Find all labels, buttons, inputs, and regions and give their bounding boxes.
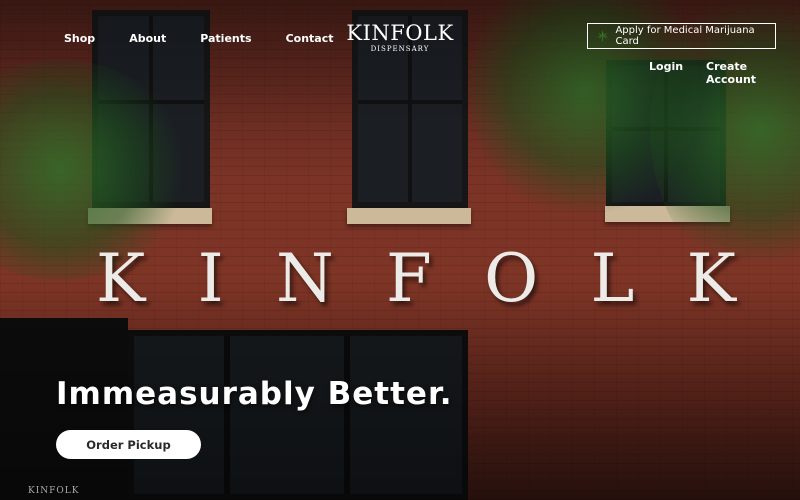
storefront-sign: KINFOLK	[28, 486, 80, 496]
main-nav: Shop About Patients Contact	[64, 32, 367, 45]
wall-sign-letter: K	[96, 240, 146, 317]
cannabis-leaf-icon	[597, 29, 609, 42]
wall-sign: K I N F O L K	[96, 240, 736, 317]
nav-item-about[interactable]: About	[129, 32, 166, 45]
nav-item-patients[interactable]: Patients	[200, 32, 251, 45]
wall-sign-letter: N	[275, 240, 334, 317]
login-link[interactable]: Login	[649, 60, 683, 73]
window-sill	[347, 208, 471, 224]
logo-name: KINFOLK	[346, 21, 454, 45]
wall-sign-letter: I	[197, 240, 224, 317]
site-logo[interactable]: KINFOLK DISPENSARY	[340, 22, 460, 53]
wall-sign-letter: O	[484, 240, 539, 317]
storefront-window	[128, 330, 468, 500]
nav-item-shop[interactable]: Shop	[64, 32, 95, 45]
wall-sign-letter: L	[590, 240, 635, 317]
order-pickup-button[interactable]: Order Pickup	[56, 430, 201, 459]
wall-sign-letter: F	[386, 240, 432, 317]
hero-headline: Immeasurably Better.	[56, 376, 453, 412]
apply-medical-card-label: Apply for Medical Marijuana Card	[615, 25, 755, 47]
logo-subtitle: DISPENSARY	[370, 45, 430, 53]
nav-item-contact[interactable]: Contact	[286, 32, 334, 45]
wall-sign-letter: K	[686, 240, 736, 317]
create-account-link[interactable]: Create Account	[706, 60, 800, 86]
apply-medical-card-button[interactable]: Apply for Medical Marijuana Card	[587, 23, 776, 49]
